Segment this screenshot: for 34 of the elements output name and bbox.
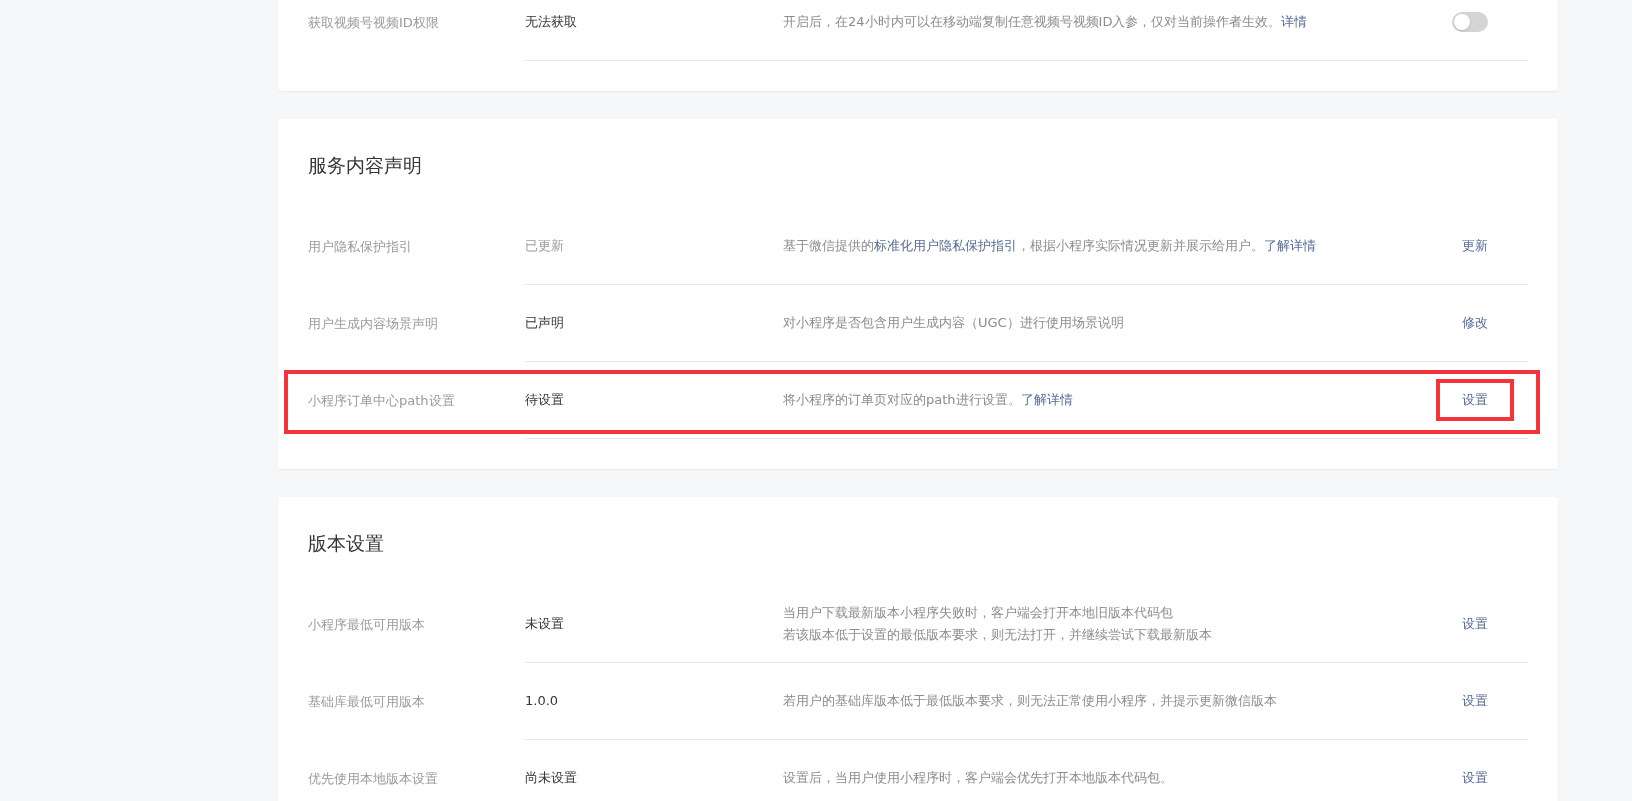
detail-link[interactable]: 详情 (1281, 14, 1308, 30)
setting-value: 1.0.0 (525, 692, 560, 711)
section-title: 版本设置 (308, 531, 385, 556)
action-link[interactable]: 设置 (1462, 691, 1488, 711)
section-title: 服务内容声明 (308, 153, 423, 178)
description-text: 开启后，在24小时内可以在移动端复制任意视频号视频ID入参，仅对当前操作者生效。详情 (783, 14, 1308, 30)
setting-label: 用户隐私保护指引 (308, 237, 413, 256)
action-link[interactable]: 修改 (1462, 313, 1488, 333)
detail-link[interactable]: 了解详情 (1020, 392, 1073, 408)
description-text: 若该版本低于设置的最低版本要求，则无法打开，并继续尝试下载最新版本 (783, 626, 1213, 644)
setting-value: 未设置 (525, 615, 565, 634)
description-text: 对小程序是否包含用户生成内容（UGC）进行使用场景说明 (783, 315, 1124, 331)
description-text: 基于微信提供的标准化用户隐私保护指引，根据小程序实际情况更新并展示给用户。了解详情 (783, 238, 1316, 254)
detail-link[interactable]: 标准化用户隐私保护指引 (874, 238, 1017, 254)
action-link[interactable]: 设置 (1462, 614, 1488, 634)
setting-label: 小程序最低可用版本 (308, 615, 426, 634)
description-text: 若用户的基础库版本低于最低版本要求，则无法正常使用小程序，并提示更新微信版本 (783, 693, 1277, 709)
setting-label: 获取视频号视频ID权限 (308, 13, 440, 32)
setting-label: 优先使用本地版本设置 (308, 769, 439, 788)
setting-label: 小程序订单中心path设置 (308, 391, 456, 410)
toggle-switch[interactable] (1452, 12, 1488, 32)
setting-value: 已声明 (525, 314, 565, 333)
setting-label: 用户生成内容场景声明 (308, 314, 439, 333)
detail-link[interactable]: 了解详情 (1264, 238, 1316, 254)
description-text: 设置后，当用户使用小程序时，客户端会优先打开本地版本代码包。 (783, 770, 1173, 786)
setting-value: 待设置 (525, 391, 565, 410)
setting-value: 尚未设置 (525, 769, 578, 788)
action-link[interactable]: 设置 (1462, 768, 1488, 788)
action-link[interactable]: 更新 (1462, 236, 1488, 256)
description-text: 当用户下载最新版本小程序失败时，客户端会打开本地旧版本代码包 (783, 604, 1174, 622)
setting-value: 已更新 (525, 237, 565, 256)
setting-value: 无法获取 (525, 13, 578, 32)
description-text: 将小程序的订单页对应的path进行设置。了解详情 (783, 392, 1073, 408)
setting-label: 基础库最低可用版本 (308, 692, 426, 711)
